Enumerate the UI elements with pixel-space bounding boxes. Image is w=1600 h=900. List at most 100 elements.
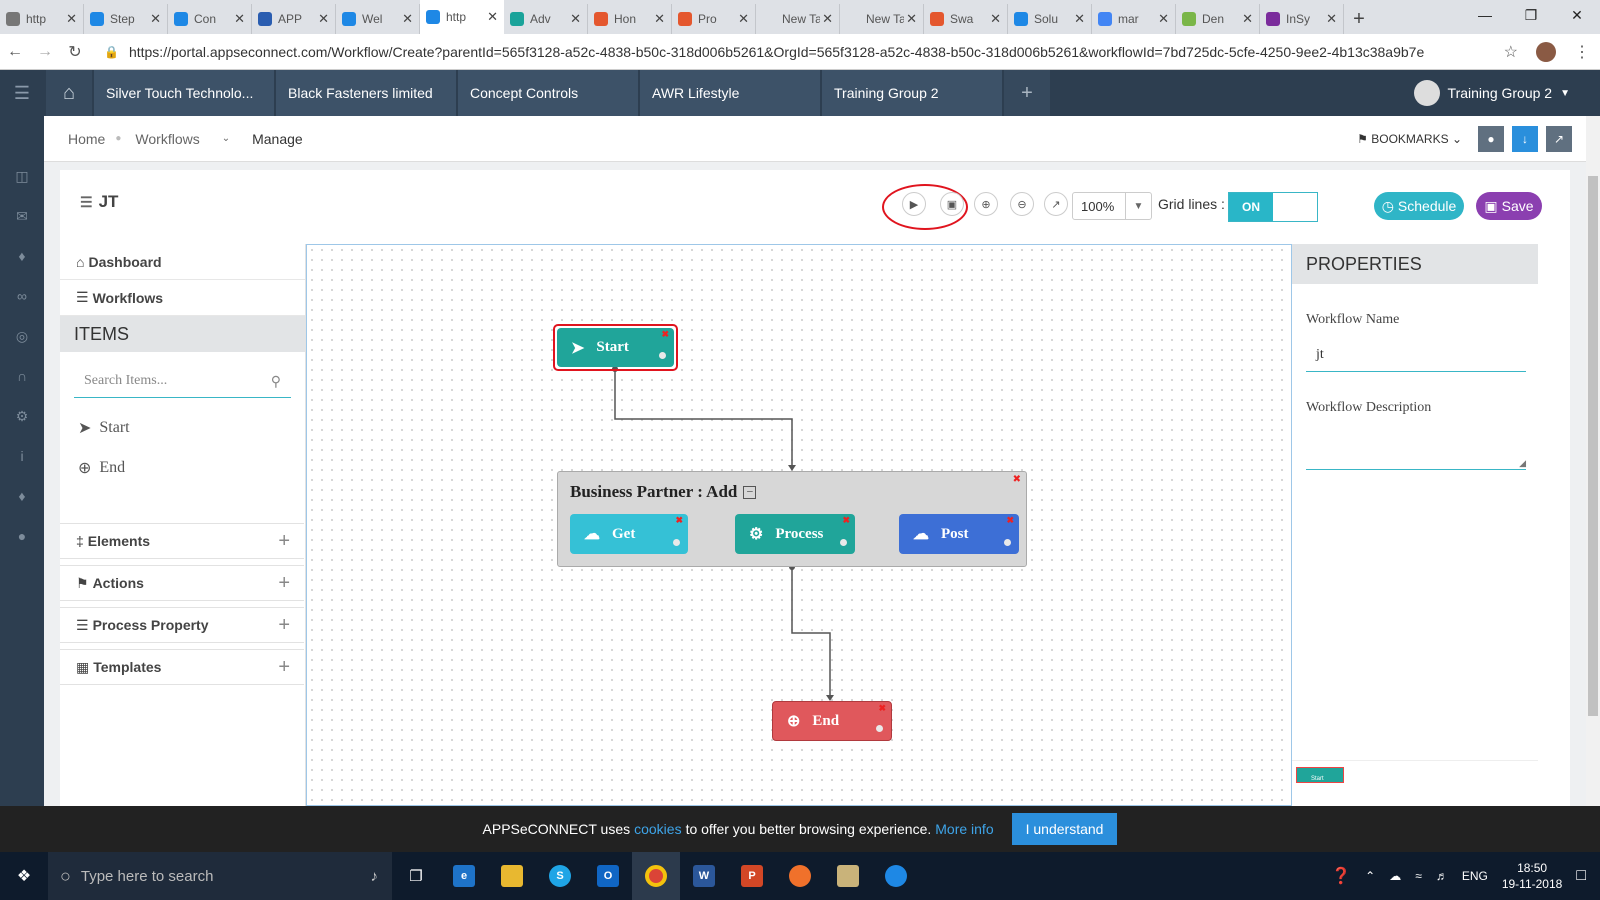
download-icon[interactable]: ↓	[1512, 126, 1538, 152]
task-view-icon[interactable]: ❐	[392, 852, 440, 900]
fit-screen-button[interactable]: ↗	[1044, 192, 1068, 216]
sublime-icon[interactable]	[776, 852, 824, 900]
volume-icon[interactable]: ♬	[1436, 869, 1448, 883]
profile-avatar[interactable]	[1536, 42, 1556, 62]
browser-tab[interactable]: http ✕	[420, 0, 504, 34]
section-templates[interactable]: ▦ Templates +	[60, 649, 304, 685]
workflow-description-field[interactable]: ◢	[1306, 426, 1526, 470]
chat-icon[interactable]: ✉	[0, 196, 44, 236]
onedrive-icon[interactable]: ☁	[1389, 869, 1401, 883]
save-button[interactable]: ▣ Save	[1476, 192, 1542, 220]
org-tab[interactable]: Black Fasteners limited	[276, 70, 456, 116]
close-tab-icon[interactable]: ✕	[318, 11, 329, 27]
section-actions[interactable]: ⚑ Actions +	[60, 565, 304, 601]
grid-lines-toggle[interactable]: ON	[1228, 192, 1318, 222]
user-menu[interactable]: Training Group 2 ▼	[1413, 70, 1570, 116]
browser-tab[interactable]: Wel ✕	[336, 4, 420, 34]
help-icon[interactable]: ❓	[1331, 866, 1351, 886]
browser-tab[interactable]: Den ✕	[1176, 4, 1260, 34]
gear-icon[interactable]: ⚙	[0, 396, 44, 436]
delete-icon[interactable]: ✖	[661, 329, 669, 340]
tag-icon[interactable]: ♦	[0, 236, 44, 276]
collapse-icon[interactable]: –	[743, 485, 757, 499]
hamburger-icon[interactable]: ☰	[0, 70, 44, 116]
browser-tab[interactable]: APP ✕	[252, 4, 336, 34]
process-node[interactable]: ⚙ Process ✖	[735, 514, 855, 554]
browser-tab[interactable]: New Tab✕	[756, 4, 840, 34]
edge-icon[interactable]: e	[440, 852, 488, 900]
section-process-property[interactable]: ☰ Process Property +	[60, 607, 304, 643]
nav-workflows[interactable]: ☰ Workflows	[60, 280, 305, 316]
globe-icon[interactable]: ◎	[0, 316, 44, 356]
minimize-icon[interactable]: —	[1462, 0, 1508, 30]
browser-tab[interactable]: http ✕	[0, 4, 84, 34]
taskbar-search[interactable]: ○ Type here to search ♪	[48, 852, 392, 900]
browser-tab[interactable]: Hon ✕	[588, 4, 672, 34]
skype-icon[interactable]: S	[536, 852, 584, 900]
delete-icon[interactable]: ✖	[1006, 515, 1014, 526]
play-button[interactable]: ▶	[902, 192, 926, 216]
ticket-icon[interactable]: ♦	[0, 476, 44, 516]
post-node[interactable]: ☁ Post ✖	[899, 514, 1019, 554]
zoom-in-button[interactable]: ⊕	[974, 192, 998, 216]
close-tab-icon[interactable]: ✕	[1242, 11, 1253, 27]
back-icon[interactable]: ←	[0, 43, 30, 61]
link-icon[interactable]: ∞	[0, 276, 44, 316]
zoom-out-button[interactable]: ⊖	[1010, 192, 1034, 216]
resize-grip-icon[interactable]: ◢	[1519, 458, 1526, 469]
language-indicator[interactable]: ENG	[1462, 869, 1488, 883]
close-tab-icon[interactable]: ✕	[1158, 11, 1169, 27]
start-node[interactable]: ➤ Start ✖	[557, 328, 674, 367]
home-icon[interactable]: ⌂	[46, 70, 92, 116]
file-explorer-icon[interactable]	[488, 852, 536, 900]
org-tab[interactable]: AWR Lifestyle	[640, 70, 820, 116]
delete-icon[interactable]: ✖	[842, 515, 850, 526]
minimap[interactable]: Start	[1292, 760, 1538, 806]
org-tab[interactable]: Silver Touch Technolo...	[94, 70, 274, 116]
close-tab-icon[interactable]: ✕	[570, 11, 581, 27]
close-tab-icon[interactable]: ✕	[487, 9, 498, 25]
nav-dashboard[interactable]: ⌂ Dashboard	[60, 244, 305, 280]
delete-icon[interactable]: ✖	[878, 703, 886, 714]
info-icon[interactable]: i	[0, 436, 44, 476]
close-tab-icon[interactable]: ✕	[150, 11, 161, 27]
schedule-button[interactable]: ◷ Schedule	[1374, 192, 1464, 220]
forward-icon[interactable]: →	[30, 43, 60, 61]
browser-tab[interactable]: Adv ✕	[504, 4, 588, 34]
expand-icon[interactable]: ↗	[1546, 126, 1572, 152]
word-icon[interactable]: W	[680, 852, 728, 900]
add-org-button[interactable]: +	[1004, 70, 1050, 116]
org-tab[interactable]: Training Group 2	[822, 70, 1002, 116]
chrome-icon[interactable]	[632, 852, 680, 900]
browser-tab[interactable]: InSy ✕	[1260, 4, 1344, 34]
close-tab-icon[interactable]: ✕	[66, 11, 77, 27]
browser-tab[interactable]: Con ✕	[168, 4, 252, 34]
windows-start-icon[interactable]: ❖	[0, 852, 48, 900]
scrollbar-thumb[interactable]	[1588, 176, 1598, 716]
app-icon[interactable]	[824, 852, 872, 900]
clock[interactable]: 18:50 19-11-2018	[1502, 860, 1563, 892]
close-tab-icon[interactable]: ✕	[906, 11, 917, 27]
browser-tab[interactable]: Pro ✕	[672, 4, 756, 34]
trash-button[interactable]: ▣	[940, 192, 964, 216]
close-tab-icon[interactable]: ✕	[822, 11, 833, 27]
close-tab-icon[interactable]: ✕	[234, 11, 245, 27]
workflow-name-field[interactable]: jt	[1306, 338, 1526, 372]
new-tab-button[interactable]: +	[1344, 4, 1374, 34]
close-tab-icon[interactable]: ✕	[654, 11, 665, 27]
appseconnect-icon[interactable]	[872, 852, 920, 900]
browser-tab[interactable]: Solu ✕	[1008, 4, 1092, 34]
notification-icon[interactable]: □	[1576, 867, 1586, 885]
workflow-canvas[interactable]: ➤ Start ✖ Business Partner : Add – ✖ ☁ G…	[306, 244, 1292, 806]
browser-tab[interactable]: Step ✕	[84, 4, 168, 34]
breadcrumb-home[interactable]: Home	[68, 131, 105, 147]
get-node[interactable]: ☁ Get ✖	[570, 514, 688, 554]
url-field[interactable]: 🔒 https://portal.appseconnect.com/Workfl…	[104, 44, 1424, 60]
org-tab[interactable]: Concept Controls	[458, 70, 638, 116]
bridge-icon[interactable]: ∩	[0, 356, 44, 396]
end-node[interactable]: ⊕ End ✖	[772, 701, 892, 741]
bookmark-star-icon[interactable]: ☆	[1504, 42, 1518, 62]
close-window-icon[interactable]: ✕	[1554, 0, 1600, 30]
cookie-accept-button[interactable]: I understand	[1011, 813, 1118, 845]
chevron-down-icon[interactable]: ⌄	[222, 133, 230, 144]
